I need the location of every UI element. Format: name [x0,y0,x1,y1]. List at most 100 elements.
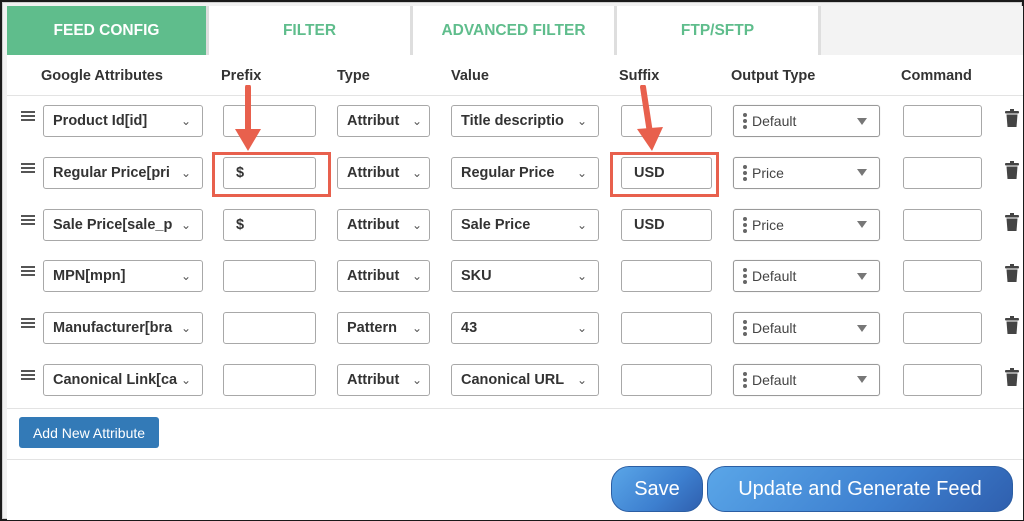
trash-icon[interactable] [1005,109,1019,127]
table-header: Google Attributes Prefix Type Value Suff… [7,55,1023,96]
type-value: Attribut [347,268,400,285]
prefix-input[interactable] [223,260,316,293]
trash-icon[interactable] [1005,212,1019,231]
trash-icon[interactable] [1005,367,1019,386]
drag-handle-icon[interactable] [21,369,35,384]
google-attribute-select[interactable]: Regular Price[pri ⌄ [43,156,203,189]
type-value: Attribut [347,371,400,388]
suffix-input[interactable] [621,105,712,137]
value-select[interactable]: 43 ⌄ [451,312,599,345]
command-input[interactable] [903,312,982,345]
google-attribute-select[interactable]: MPN[mpn] ⌄ [43,260,203,293]
chevron-down-icon: ⌄ [411,321,423,336]
tab-advanced-filter[interactable]: ADVANCED FILTER [413,6,617,55]
caret-down-icon [857,221,867,229]
command-input[interactable] [903,363,982,396]
save-button[interactable]: Save [611,466,703,512]
drag-handle-icon[interactable] [21,266,35,280]
suffix-input[interactable] [621,363,712,396]
drag-dots-icon [740,268,750,285]
type-value: Attribut [347,164,400,181]
output-type-select[interactable]: Default [733,105,880,137]
chevron-down-icon: ⌄ [411,372,423,387]
suffix-input[interactable] [621,312,712,345]
google-attribute-value: Regular Price[pri [53,164,170,181]
chevron-down-icon: ⌄ [576,165,588,180]
suffix-input[interactable]: USD [621,156,712,189]
header-type: Type [337,68,370,84]
type-select[interactable]: Attribut ⌄ [337,208,430,241]
chevron-down-icon: ⌄ [180,269,192,284]
drag-handle-icon[interactable] [21,162,35,177]
type-value: Attribut [347,113,400,129]
tab-ftp-sftp[interactable]: FTP/SFTP [617,6,821,55]
value-value: SKU [461,268,492,285]
caret-down-icon [857,324,867,332]
type-select[interactable]: Attribut ⌄ [337,260,430,293]
type-select[interactable]: Attribut ⌄ [337,105,430,137]
chevron-down-icon: ⌄ [576,269,588,284]
attribute-row: Canonical Link[ca ⌄ Attribut ⌄ Canonical… [7,355,1023,407]
attribute-row: MPN[mpn] ⌄ Attribut ⌄ SKU ⌄ Default [7,251,1023,303]
prefix-input[interactable]: $ [223,208,316,241]
attribute-row: Product Id[id] ⌄ Attribut ⌄ Title descri… [7,96,1023,148]
type-select[interactable]: Attribut ⌄ [337,156,430,189]
prefix-input[interactable] [223,312,316,345]
add-new-attribute-button[interactable]: Add New Attribute [19,417,159,448]
drag-handle-icon[interactable] [21,111,35,125]
value-select[interactable]: Regular Price ⌄ [451,156,599,189]
prefix-input[interactable] [223,363,316,396]
chevron-down-icon: ⌄ [576,372,588,387]
trash-icon[interactable] [1005,264,1019,283]
value-select[interactable]: Canonical URL ⌄ [451,363,599,396]
type-select[interactable]: Attribut ⌄ [337,363,430,396]
suffix-input[interactable] [621,260,712,293]
tab-filter[interactable]: FILTER [209,6,413,55]
update-and-generate-feed-button[interactable]: Update and Generate Feed [707,466,1013,512]
command-input[interactable] [903,105,982,137]
prefix-input[interactable]: $ [223,156,316,189]
chevron-down-icon: ⌄ [180,165,192,180]
command-input[interactable] [903,208,982,241]
tab-feed-config[interactable]: FEED CONFIG [7,6,209,55]
value-value: Regular Price [461,164,555,181]
drag-handle-icon[interactable] [21,318,35,332]
chevron-down-icon: ⌄ [180,372,192,387]
google-attribute-select[interactable]: Manufacturer[bra ⌄ [43,312,203,345]
google-attribute-value: Sale Price[sale_p [53,216,173,233]
chevron-down-icon: ⌄ [576,114,588,128]
output-type-select[interactable]: Default [733,260,880,293]
value-value: 43 [461,320,478,337]
trash-icon[interactable] [1005,316,1019,335]
tab-bar-filler [821,6,1023,55]
google-attribute-select[interactable]: Product Id[id] ⌄ [43,105,203,137]
output-type-value: Default [752,371,797,388]
add-attribute-bar: Add New Attribute [7,408,1023,460]
suffix-input[interactable]: USD [621,208,712,241]
output-type-select[interactable]: Price [733,208,880,241]
value-select[interactable]: SKU ⌄ [451,260,599,293]
caret-down-icon [857,272,867,280]
type-select[interactable]: Pattern ⌄ [337,312,430,345]
google-attribute-select[interactable]: Sale Price[sale_p ⌄ [43,208,203,241]
prefix-input[interactable] [223,105,316,137]
drag-dots-icon [740,216,750,233]
header-suffix: Suffix [619,68,660,84]
trash-icon[interactable] [1005,160,1019,179]
google-attribute-select[interactable]: Canonical Link[ca ⌄ [43,363,203,396]
output-type-select[interactable]: Default [733,363,880,396]
type-value: Attribut [347,216,400,233]
value-select[interactable]: Title descriptio ⌄ [451,105,599,137]
feed-config-window: FEED CONFIG FILTER ADVANCED FILTER FTP/S… [2,2,1023,520]
value-select[interactable]: Sale Price ⌄ [451,208,599,241]
header-output-type: Output Type [731,68,816,84]
chevron-down-icon: ⌄ [180,217,192,232]
command-input[interactable] [903,260,982,293]
output-type-value: Default [752,268,797,285]
drag-dots-icon [740,320,750,337]
output-type-select[interactable]: Price [733,156,880,189]
output-type-select[interactable]: Default [733,312,880,345]
command-input[interactable] [903,156,982,189]
drag-dots-icon [740,164,750,181]
drag-handle-icon[interactable] [21,214,35,229]
